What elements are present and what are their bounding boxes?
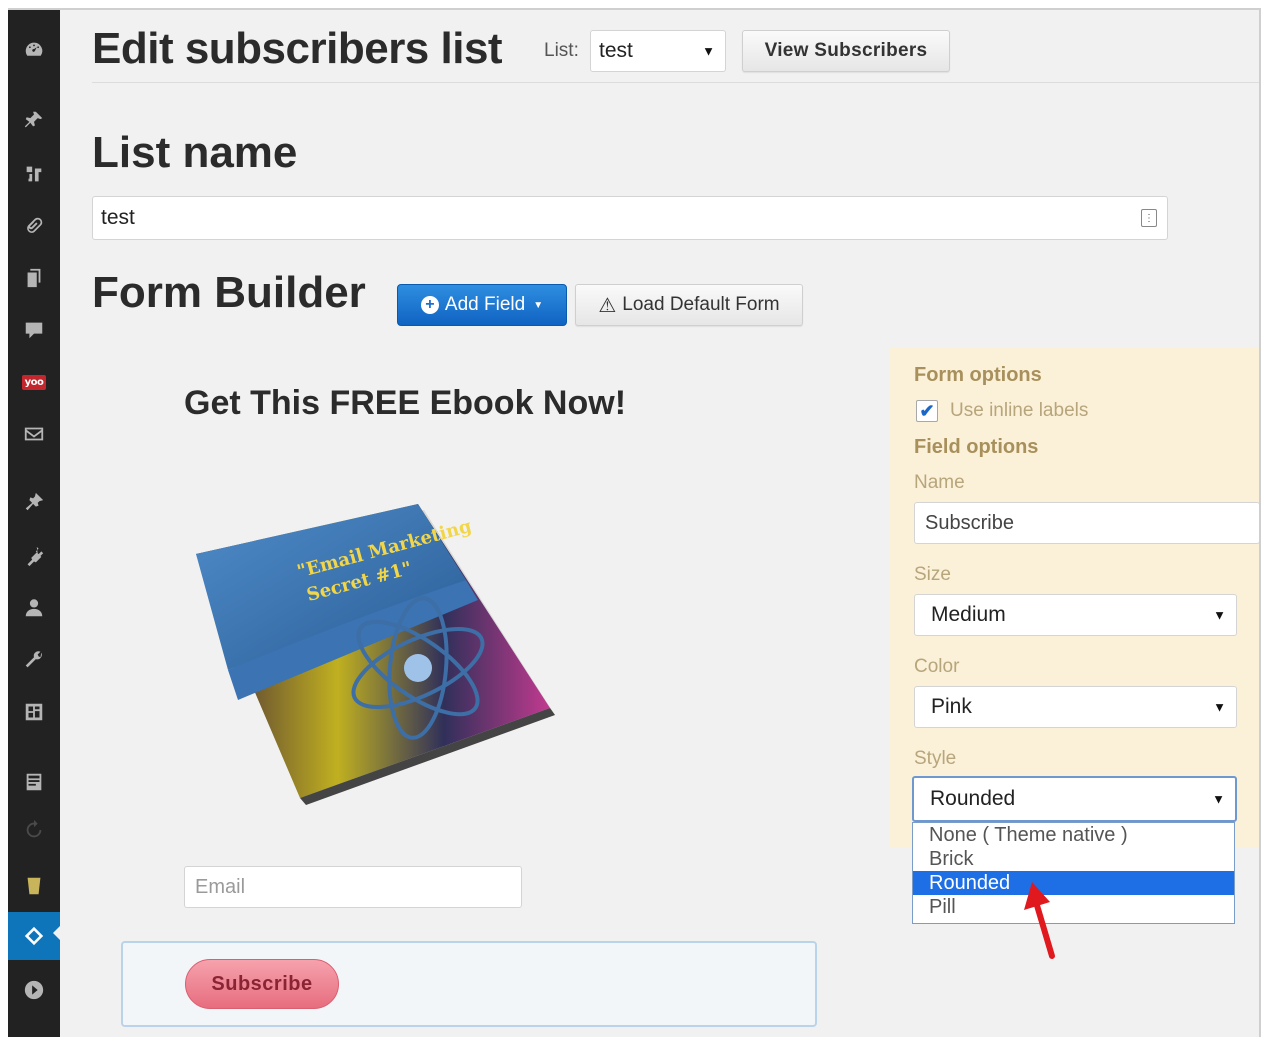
- load-default-form-button[interactable]: ⚠ Load Default Form: [575, 284, 803, 326]
- list-name-heading: List name: [92, 128, 298, 177]
- page-title: Edit subscribers list: [92, 24, 503, 73]
- users-icon[interactable]: [8, 588, 60, 628]
- list-name-input[interactable]: test ⋮: [92, 196, 1168, 240]
- list-name-value: test: [101, 206, 135, 229]
- list-label: List:: [544, 40, 579, 61]
- pages-icon[interactable]: [8, 258, 60, 298]
- list-select-value: test: [599, 39, 633, 62]
- ebook-cover-image: "Email Marketing Secret #1": [196, 504, 555, 805]
- caret-down-icon: ▼: [533, 299, 544, 311]
- refresh-icon[interactable]: [8, 810, 60, 850]
- form-builder-heading: Form Builder: [92, 268, 366, 317]
- color-label: Color: [914, 656, 960, 677]
- view-subscribers-button[interactable]: View Subscribers: [742, 30, 950, 72]
- form-icon[interactable]: [8, 762, 60, 802]
- field-options-heading: Field options: [914, 436, 1039, 458]
- chevron-down-icon: ▼: [1213, 699, 1226, 715]
- color-select[interactable]: Pink ▼: [914, 686, 1237, 728]
- form-preview-heading: Get This FREE Ebook Now!: [184, 384, 627, 422]
- name-label: Name: [914, 472, 965, 493]
- media-icon[interactable]: [8, 154, 60, 194]
- field-options-panel: Form options ✔ Use inline labels Field o…: [890, 348, 1259, 848]
- style-option-brick[interactable]: Brick: [913, 847, 1234, 871]
- admin-sidebar: yoo: [8, 10, 60, 1037]
- warning-icon: ⚠: [598, 294, 617, 317]
- add-field-button[interactable]: + Add Field ▼: [397, 284, 567, 326]
- plugins-icon[interactable]: [8, 536, 60, 576]
- list-select[interactable]: test ▼: [590, 30, 726, 72]
- yoo-icon[interactable]: yoo: [8, 362, 60, 402]
- dashboard-icon[interactable]: [8, 30, 60, 70]
- header-divider: [92, 82, 1259, 83]
- mail-icon[interactable]: [8, 414, 60, 454]
- style-option-pill[interactable]: Pill: [913, 895, 1234, 919]
- use-inline-labels-label: Use inline labels: [950, 400, 1089, 421]
- color-select-value: Pink: [931, 695, 972, 718]
- subscribers-icon[interactable]: [8, 912, 60, 960]
- style-options-list: None ( Theme native ) Brick Rounded Pill: [912, 822, 1235, 924]
- appearance-icon[interactable]: [8, 482, 60, 522]
- play-icon[interactable]: [8, 970, 60, 1010]
- style-select-value: Rounded: [930, 787, 1016, 810]
- pin-icon[interactable]: [8, 100, 60, 140]
- chevron-down-icon: ▼: [1212, 791, 1225, 807]
- submit-field-container[interactable]: Subscribe: [121, 941, 817, 1027]
- chevron-down-icon: ▼: [702, 43, 715, 59]
- red-arrow-annotation-icon: [1024, 882, 1055, 959]
- settings-icon[interactable]: [8, 692, 60, 732]
- style-option-rounded[interactable]: Rounded: [913, 871, 1234, 895]
- field-name-input[interactable]: Subscribe: [914, 502, 1259, 544]
- size-label: Size: [914, 564, 951, 585]
- links-icon[interactable]: [8, 206, 60, 246]
- plus-circle-icon: +: [420, 296, 439, 314]
- field-autofill-icon: ⋮: [1141, 209, 1157, 227]
- checkmark-icon: ✔: [919, 400, 935, 421]
- form-options-heading: Form options: [914, 364, 1042, 386]
- subscribe-button[interactable]: Subscribe: [185, 959, 339, 1009]
- load-default-label: Load Default Form: [622, 294, 780, 315]
- email-input[interactable]: Email: [184, 866, 522, 908]
- badge-icon[interactable]: [8, 866, 60, 906]
- style-select[interactable]: Rounded ▼: [912, 776, 1237, 822]
- style-option-none[interactable]: None ( Theme native ): [913, 823, 1234, 847]
- size-select[interactable]: Medium ▼: [914, 594, 1237, 636]
- chevron-down-icon: ▼: [1213, 607, 1226, 623]
- add-field-label: Add Field: [444, 294, 526, 315]
- tools-icon[interactable]: [8, 640, 60, 680]
- use-inline-labels-checkbox[interactable]: ✔: [916, 400, 938, 422]
- comments-icon[interactable]: [8, 310, 60, 350]
- app-window: yoo Edit subscribers list List: test ▼ V…: [8, 8, 1261, 1037]
- size-select-value: Medium: [931, 603, 1006, 626]
- style-label: Style: [914, 748, 957, 769]
